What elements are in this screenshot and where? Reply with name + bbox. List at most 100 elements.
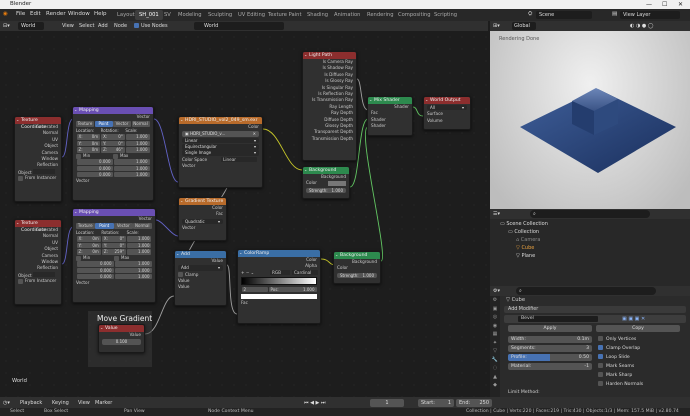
properties-editor-icon[interactable]: ⚙▾ <box>493 287 500 295</box>
max-value[interactable]: 1.000 <box>113 159 150 165</box>
gradient-type-select[interactable]: Quadratic ▾ <box>182 218 223 225</box>
menu-keying[interactable]: Keying <box>52 399 69 407</box>
socket-vector-out[interactable]: Vector <box>73 114 153 120</box>
min-checkbox[interactable]: Min <box>76 153 113 159</box>
outliner-row[interactable]: ⌂ Camera <box>490 236 690 244</box>
stop-index[interactable]: 2 <box>241 286 268 293</box>
image-selector[interactable]: ▣ HDRI_STUDIO_v... ✕ <box>182 131 259 137</box>
ramp-color-mode[interactable]: RGB <box>270 270 290 276</box>
modifier-name-field[interactable]: Bevel <box>518 316 598 322</box>
shading-modes-icon[interactable]: ◐ ◑ ● ◯ <box>630 22 653 30</box>
rotation-z[interactable]: Z: 46° <box>101 147 125 153</box>
mark-sharp-checkbox[interactable]: Mark Sharp <box>598 372 632 379</box>
strength-field[interactable]: Strength: 1.000 <box>306 187 346 194</box>
socket-value-out[interactable]: Value <box>175 258 226 264</box>
copy-button[interactable]: Copy <box>596 325 680 332</box>
scale-y[interactable]: 1.000 <box>127 242 152 249</box>
editor-type-icon[interactable]: ⊟▾ <box>3 22 10 30</box>
socket-fac-out[interactable]: Fac <box>179 211 226 217</box>
node-mapping[interactable]: Mapping Vector Texture Point Vector Norm… <box>72 208 156 303</box>
interpolation-select[interactable]: Linear ▾ <box>182 137 259 144</box>
scale-z[interactable]: 1.000 <box>125 147 150 153</box>
socket-color-out[interactable]: Color <box>179 124 262 130</box>
socket-vector-in[interactable]: Vector <box>73 178 153 184</box>
max-value[interactable]: 1.000 <box>114 267 152 274</box>
socket-color-in[interactable]: Color <box>303 180 349 186</box>
node-mix-shader[interactable]: Mix Shader Shader Fac Shader Shader <box>367 96 413 136</box>
apply-button[interactable]: Apply <box>508 325 592 332</box>
outliner-editor-icon[interactable]: ☰▾ <box>493 210 500 218</box>
rotation-y[interactable]: Y: 0° <box>101 140 125 147</box>
node-value[interactable]: Value Value 0.100 <box>98 324 145 353</box>
menu-help[interactable]: Help <box>94 11 107 17</box>
scale-x[interactable]: 1.000 <box>127 236 152 242</box>
projection-select[interactable]: Equirectangular ▾ <box>182 143 259 150</box>
max-value[interactable]: 1.000 <box>114 274 152 280</box>
node-texture-coordinate[interactable]: Texture Coordinate Generated Normal UV O… <box>14 219 62 305</box>
socket-value-out[interactable]: Value <box>99 332 144 338</box>
socket-vector-out[interactable]: Vector <box>73 216 155 222</box>
max-value[interactable]: 1.000 <box>113 165 150 172</box>
tab-point[interactable]: Point <box>95 223 114 230</box>
mapping-type-tabs[interactable]: Texture Point Vector Normal <box>76 121 150 128</box>
loop-slide-checkbox[interactable]: Loop Slide <box>598 354 630 361</box>
max-value[interactable]: 1.000 <box>113 172 150 178</box>
only-vertices-checkbox[interactable]: Only Vertices <box>598 336 636 343</box>
workspace-tab[interactable]: SV <box>160 10 175 20</box>
rotation-y[interactable]: Y: 0° <box>101 242 127 249</box>
add-modifier-button[interactable]: Add Modifier <box>504 306 686 313</box>
workspace-tab[interactable]: Compositing <box>394 10 435 20</box>
location-y[interactable]: Y: 0m <box>76 140 101 147</box>
ramp-interpolation[interactable]: Cardinal <box>292 270 318 276</box>
from-instancer-checkbox[interactable]: From Instancer <box>15 278 61 284</box>
node-world-output[interactable]: World Output All▾ Surface Volume <box>423 96 471 130</box>
location-y[interactable]: Y: 0m <box>76 242 101 249</box>
menu-window[interactable]: Window <box>68 11 90 17</box>
stop-position[interactable]: Pos: 1.000 <box>268 286 317 293</box>
workspace-tab[interactable]: Sculpting <box>204 10 236 20</box>
workspace-tab[interactable]: SH_001 <box>135 10 163 20</box>
scene-selector[interactable]: Scene <box>536 11 592 19</box>
math-operation-select[interactable]: Add ▾ <box>178 265 223 271</box>
node-texture-coordinate[interactable]: Texture Coordinate Generated Normal UV O… <box>14 116 62 202</box>
menu-render[interactable]: Render <box>46 11 66 17</box>
end-frame-field[interactable]: End: 250 <box>456 398 492 407</box>
max-checkbox[interactable]: Max <box>113 153 150 159</box>
harden-normals-checkbox[interactable]: Harden Normals <box>598 381 643 388</box>
view-layer-selector[interactable]: View Layer <box>620 11 680 19</box>
profile-slider[interactable]: Profile: 0.50 <box>508 354 592 361</box>
max-checkbox[interactable]: Max <box>114 255 152 261</box>
playback-controls-icon[interactable]: ⏮ ◀ ▶ ⏭ <box>304 399 325 407</box>
node-mapping[interactable]: Mapping Vector Texture Point Vector Norm… <box>72 106 154 201</box>
location-x[interactable]: X: 0m <box>76 134 101 140</box>
node-math-add[interactable]: Add Value Add▾ Clamp Value Value <box>174 250 227 306</box>
render-viewport[interactable]: Rendering Done <box>490 31 690 209</box>
min-value[interactable]: 0.000 <box>76 261 114 267</box>
ramp-toolbar[interactable]: + − ⌄ RGB Cardinal <box>238 270 320 276</box>
node-canvas[interactable]: Texture Coordinate Generated Normal UV O… <box>0 31 488 397</box>
outliner-row[interactable]: ▽ Plane <box>490 252 690 260</box>
tab-vector[interactable]: Vector <box>114 223 133 230</box>
rotation-z[interactable]: Z: 259° <box>101 249 127 255</box>
outliner-row[interactable]: ▭ Collection <box>490 228 690 236</box>
max-value[interactable]: 1.000 <box>114 261 152 267</box>
segments-field[interactable]: Segments: 3 <box>508 345 592 352</box>
socket-fac-in[interactable]: Fac <box>238 300 320 306</box>
use-nodes-checkbox[interactable]: Use Nodes <box>134 22 168 30</box>
min-value[interactable]: 0.000 <box>76 267 114 274</box>
maximize-button[interactable]: ☐ <box>662 0 667 9</box>
outliner-row[interactable]: ▭ Scene Collection <box>490 220 690 228</box>
node-environment-texture[interactable]: HDRI_STUDIO_vol2_049_sm.exr Color ▣ HDRI… <box>178 116 263 188</box>
node-background[interactable]: Background Background Color Strength:1.0… <box>333 251 381 284</box>
min-value[interactable]: 0.000 <box>76 159 113 165</box>
node-background[interactable]: Background Background Color Strength:1.0… <box>302 166 350 199</box>
tab-vector[interactable]: Vector <box>113 121 131 128</box>
blender-logo-icon[interactable]: ◉ <box>3 11 8 17</box>
menu-select[interactable]: Select <box>79 22 94 30</box>
location-x[interactable]: X: 0m <box>76 236 101 242</box>
tab-point[interactable]: Point <box>94 121 113 128</box>
socket-value-in[interactable]: Value <box>175 284 226 290</box>
outliner[interactable]: ▭ Scene Collection ▭ Collection ⌂ Camera… <box>490 219 690 286</box>
mark-seams-checkbox[interactable]: Mark Seams <box>598 363 634 370</box>
workspace-tab[interactable]: Scripting <box>430 10 461 20</box>
